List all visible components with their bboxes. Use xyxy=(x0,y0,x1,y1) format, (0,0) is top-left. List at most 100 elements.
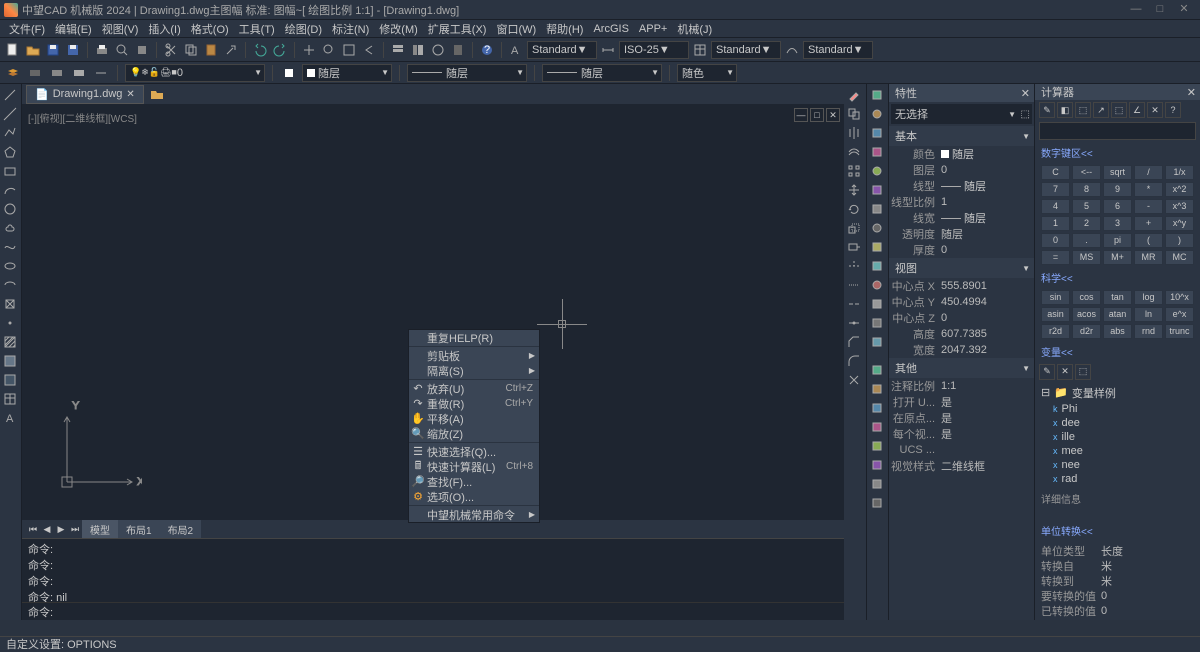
vp-min-icon[interactable]: — xyxy=(794,108,808,122)
tool-icon[interactable] xyxy=(429,41,447,59)
ctx-repeat[interactable]: 重复HELP(R) xyxy=(409,330,539,345)
layer-icon4[interactable] xyxy=(70,64,88,82)
menu-help[interactable]: 帮助(H) xyxy=(541,19,588,39)
key-4[interactable]: 4 xyxy=(1041,199,1070,214)
group-view[interactable]: 视图▼ xyxy=(889,258,1034,278)
var-t2-icon[interactable]: ✕ xyxy=(1057,364,1073,380)
calc-t7-icon[interactable]: ✕ xyxy=(1147,102,1163,118)
mech21-icon[interactable] xyxy=(867,475,887,493)
scikey-trunc[interactable]: trunc xyxy=(1165,324,1194,339)
layer-icon5[interactable] xyxy=(92,64,110,82)
scikey-ln[interactable]: ln xyxy=(1134,307,1163,322)
mech3-icon[interactable] xyxy=(867,124,887,142)
menu-arcgis[interactable]: ArcGIS xyxy=(588,21,633,37)
mech13-icon[interactable] xyxy=(867,314,887,332)
table-style-dropdown[interactable]: Standard▼ xyxy=(711,41,781,59)
cut-icon[interactable] xyxy=(162,41,180,59)
rotate-icon[interactable] xyxy=(844,200,864,218)
doc-tab[interactable]: 📄Drawing1.dwg✕ xyxy=(26,85,144,104)
calc-t3-icon[interactable]: ⬚ xyxy=(1075,102,1091,118)
move-icon[interactable] xyxy=(844,181,864,199)
preview-icon[interactable] xyxy=(113,41,131,59)
linetype-dropdown[interactable]: 随层▼ xyxy=(407,64,527,82)
tab-layout1[interactable]: 布局1 xyxy=(118,520,160,539)
scikey-tan[interactable]: tan xyxy=(1103,290,1132,305)
ctx-pan[interactable]: ✋平移(A) xyxy=(409,411,539,426)
mech2-icon[interactable] xyxy=(867,105,887,123)
color-dropdown[interactable]: 随层▼ xyxy=(302,64,392,82)
menu-edit[interactable]: 编辑(E) xyxy=(50,19,97,39)
scikey-sin[interactable]: sin xyxy=(1041,290,1070,305)
mech5-icon[interactable] xyxy=(867,162,887,180)
tab-prev-icon[interactable]: ◀ xyxy=(40,524,54,535)
ellipsearc-icon[interactable] xyxy=(0,276,20,294)
ctx-clipboard[interactable]: 剪贴板▶ xyxy=(409,348,539,363)
break-icon[interactable] xyxy=(844,295,864,313)
key-)[interactable]: ) xyxy=(1165,233,1194,248)
tab-first-icon[interactable]: ⏮ xyxy=(26,524,40,535)
help-icon[interactable]: ? xyxy=(478,41,496,59)
key-8[interactable]: 8 xyxy=(1072,182,1101,197)
scikey-abs[interactable]: abs xyxy=(1103,324,1132,339)
ellipse-icon[interactable] xyxy=(0,257,20,275)
revcloud-icon[interactable] xyxy=(0,219,20,237)
key-MS[interactable]: MS xyxy=(1072,250,1101,265)
copy2-icon[interactable] xyxy=(844,105,864,123)
layer-icon2[interactable] xyxy=(26,64,44,82)
keypad-toggle[interactable]: 数字键区<< xyxy=(1035,142,1200,163)
join-icon[interactable] xyxy=(844,314,864,332)
mech9-icon[interactable] xyxy=(867,238,887,256)
calc-t8-icon[interactable]: ? xyxy=(1165,102,1181,118)
calc-t4-icon[interactable]: ↗ xyxy=(1093,102,1109,118)
offset-icon[interactable] xyxy=(844,143,864,161)
erase-icon[interactable] xyxy=(844,86,864,104)
var-nee[interactable]: xnee xyxy=(1041,458,1194,472)
point-icon[interactable] xyxy=(0,314,20,332)
scikey-atan[interactable]: atan xyxy=(1103,307,1132,322)
menu-dimension[interactable]: 标注(N) xyxy=(327,19,374,39)
calc-close-icon[interactable]: ✕ xyxy=(1187,86,1196,99)
scikey-e^x[interactable]: e^x xyxy=(1165,307,1194,322)
block-icon[interactable] xyxy=(0,295,20,313)
key-6[interactable]: 6 xyxy=(1103,199,1132,214)
key-0[interactable]: 0 xyxy=(1041,233,1070,248)
var-dee[interactable]: xdee xyxy=(1041,416,1194,430)
save-icon[interactable] xyxy=(44,41,62,59)
region-icon[interactable] xyxy=(0,371,20,389)
trim-icon[interactable] xyxy=(844,257,864,275)
ctx-qcalc[interactable]: 🖩快速计算器(L)Ctrl+8 xyxy=(409,459,539,474)
close-tab-icon[interactable]: ✕ xyxy=(126,89,134,100)
zoomwin-icon[interactable] xyxy=(340,41,358,59)
key-9[interactable]: 9 xyxy=(1103,182,1132,197)
menu-insert[interactable]: 插入(I) xyxy=(143,19,185,39)
minimize-button[interactable]: — xyxy=(1124,2,1148,18)
key-MR[interactable]: MR xyxy=(1134,250,1163,265)
mech19-icon[interactable] xyxy=(867,437,887,455)
copy-icon[interactable] xyxy=(182,41,200,59)
key-x^y[interactable]: x^y xyxy=(1165,216,1194,231)
vp-close-icon[interactable]: ✕ xyxy=(826,108,840,122)
prop-icon[interactable] xyxy=(389,41,407,59)
text-icon[interactable]: A xyxy=(0,409,20,427)
dim-style-dropdown[interactable]: ISO-25▼ xyxy=(619,41,689,59)
open-icon[interactable] xyxy=(24,41,42,59)
key-1/x[interactable]: 1/x xyxy=(1165,165,1194,180)
menu-modify[interactable]: 修改(M) xyxy=(374,19,423,39)
mech14-icon[interactable] xyxy=(867,333,887,351)
scikey-10^x[interactable]: 10^x xyxy=(1165,290,1194,305)
dcenter-icon[interactable] xyxy=(409,41,427,59)
ctx-find[interactable]: 🔎查找(F)... xyxy=(409,474,539,489)
mech8-icon[interactable] xyxy=(867,219,887,237)
key-5[interactable]: 5 xyxy=(1072,199,1101,214)
dimstyle-icon[interactable] xyxy=(599,41,617,59)
prop-close-icon[interactable]: ✕ xyxy=(1021,87,1030,100)
stretch-icon[interactable] xyxy=(844,238,864,256)
undo-icon[interactable] xyxy=(251,41,269,59)
var-Phi[interactable]: kPhi xyxy=(1041,402,1194,416)
drawing-viewport[interactable]: [-][俯视][二维线框][WCS] — □ ✕ Y X 重复HELP(R) xyxy=(22,104,844,520)
menu-express[interactable]: 扩展工具(X) xyxy=(423,19,492,39)
rect-icon[interactable] xyxy=(0,162,20,180)
key-x^3[interactable]: x^3 xyxy=(1165,199,1194,214)
gradient-icon[interactable] xyxy=(0,352,20,370)
mech6-icon[interactable] xyxy=(867,181,887,199)
